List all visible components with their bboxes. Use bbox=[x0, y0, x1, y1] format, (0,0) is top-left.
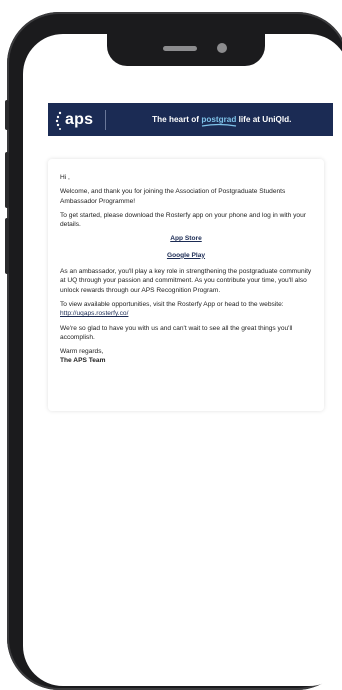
app-store-link[interactable]: App Store bbox=[60, 234, 312, 243]
tagline-start: The heart of bbox=[152, 115, 202, 124]
banner-tagline: The heart of postgrad life at UniQld. bbox=[152, 115, 292, 127]
aps-logo: aps bbox=[55, 110, 93, 130]
phone-screen: aps The heart of postgrad life at UniQld… bbox=[23, 34, 342, 686]
logo-divider bbox=[105, 109, 107, 130]
tagline-accent: postgrad bbox=[201, 115, 237, 127]
email-body-card: Hi , Welcome, and thank you for joining … bbox=[48, 159, 324, 411]
speaker-grille bbox=[163, 46, 197, 51]
signature: The APS Team bbox=[60, 357, 106, 365]
phone-frame: aps The heart of postgrad life at UniQld… bbox=[5, 12, 342, 690]
instructions-paragraph: To get started, please download the Rost… bbox=[60, 211, 306, 229]
welcome-paragraph: Welcome, and thank you for joining the A… bbox=[60, 188, 286, 205]
front-camera bbox=[217, 43, 227, 53]
sign-off: Warm regards, bbox=[60, 348, 104, 356]
website-link[interactable]: http://uqaps.rosterfy.co/ bbox=[60, 310, 128, 317]
volume-down-button bbox=[5, 218, 9, 274]
email-header-banner: aps The heart of postgrad life at UniQld… bbox=[48, 103, 333, 136]
mute-switch bbox=[5, 100, 9, 130]
tagline-end: life at UniQld. bbox=[236, 115, 292, 124]
dots-icon bbox=[55, 111, 62, 130]
greeting: Hi , bbox=[60, 174, 70, 181]
role-paragraph: As an ambassador, you'll play a key role… bbox=[60, 268, 312, 294]
logo-text: aps bbox=[65, 110, 94, 128]
volume-up-button bbox=[5, 152, 9, 208]
swoosh-icon bbox=[202, 123, 237, 127]
notch bbox=[107, 34, 265, 66]
closing-paragraph: We're so glad to have you with us and ca… bbox=[60, 324, 293, 341]
google-play-link[interactable]: Google Play bbox=[60, 251, 312, 260]
opportunities-paragraph: To view available opportunities, visit t… bbox=[60, 300, 312, 319]
opportunities-text: To view available opportunities, visit t… bbox=[60, 300, 284, 308]
